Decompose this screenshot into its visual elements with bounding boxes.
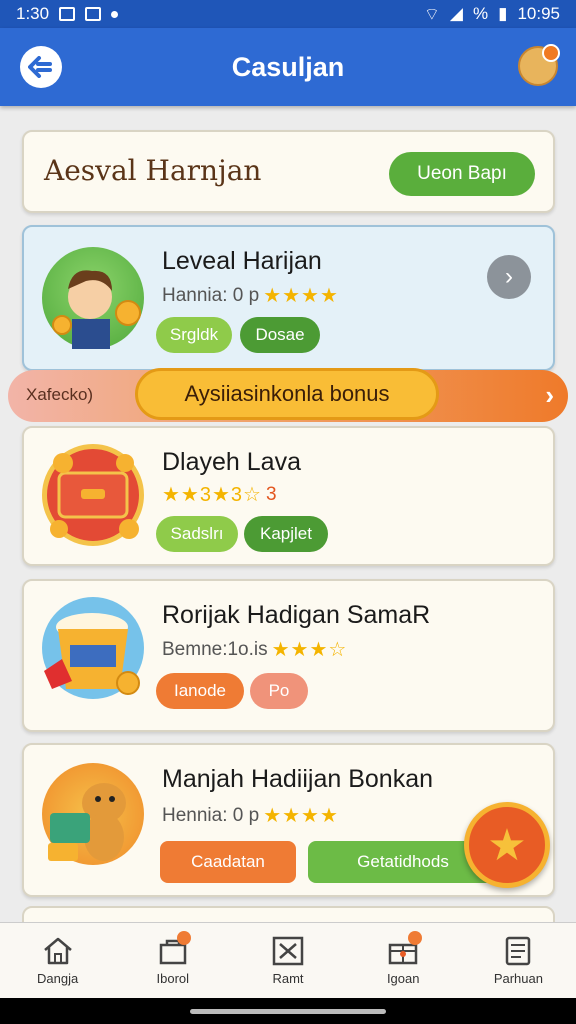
back-arrow-icon — [28, 56, 52, 78]
nav-label: Igoan — [386, 971, 420, 986]
signal-icon: ◢ — [449, 4, 463, 23]
offer-tag-button[interactable]: Po — [250, 673, 308, 709]
bottom-nav: Dangja Iborol Ramt Igoan Parhuan — [0, 922, 576, 998]
offer-name: Leveal Harijan — [162, 247, 322, 275]
coin-badge-thumbnail — [42, 444, 144, 546]
offer-card[interactable]: Leveal Harijan Hannia: 0 p ★★★★ Srgldk D… — [22, 225, 555, 371]
offer-card[interactable]: Dlayeh Lava ★★3★3☆ 3 Sadslrı Kapjlet — [22, 426, 555, 566]
nav-label: Dangja — [37, 971, 79, 986]
app-bar: Casuljan — [0, 28, 576, 106]
bonus-button[interactable]: Aysiiasinkonla bonus — [135, 368, 439, 420]
image-notification-icon — [59, 7, 76, 21]
sync-notification-icon — [85, 7, 102, 21]
offer-name: Manjah Hadiijan Bonkan — [162, 765, 434, 793]
chevron-right-icon[interactable]: › — [487, 255, 531, 299]
offer-tag-button[interactable]: Ianode — [156, 673, 244, 709]
nav-item-document[interactable]: Parhuan — [461, 923, 576, 998]
rating-value: 3 — [265, 483, 277, 505]
offer-tag-button[interactable]: Kapjlet — [244, 516, 328, 552]
dog-character-icon — [48, 783, 126, 861]
notification-badge — [542, 44, 560, 62]
yogurt-cup-icon — [44, 613, 140, 695]
primary-action-button[interactable]: Caadatan — [160, 841, 296, 883]
offer-card[interactable]: Rorijak Hadigan SamaR Bemne:1o.is ★★★☆ I… — [22, 579, 555, 732]
offer-subtitle: Hannia: 0 p ★★★★ — [162, 283, 339, 308]
nav-badge — [407, 931, 422, 945]
offer-sub-text: Hennia: 0 p — [162, 804, 260, 826]
offer-sub-text: Bemne:1o.is — [162, 638, 268, 660]
status-time-left: 1:30 — [16, 4, 50, 23]
battery-icon: ▮ — [498, 4, 508, 23]
status-bar: 1:30 ⌔ ◢ % ▮ 10:95 — [0, 0, 576, 28]
offer-sub-text: Hannia: 0 p — [162, 284, 260, 306]
yogurt-cup-thumbnail — [42, 597, 144, 699]
offer-name: Rorijak Hadigan SamaR — [162, 601, 431, 629]
rating-stars: ★★★★ — [263, 805, 339, 827]
back-button[interactable] — [20, 46, 62, 88]
offer-subtitle: ★★3★3☆ 3 — [162, 482, 277, 507]
boy-coins-thumbnail — [42, 247, 144, 349]
profile-avatar-button[interactable] — [518, 44, 560, 86]
banner-left-text: Xafecko) — [26, 385, 94, 404]
home-icon — [43, 937, 72, 965]
nav-item-home[interactable]: Dangja — [0, 923, 115, 998]
rating-stars: ★★★☆ — [271, 639, 348, 661]
nav-item-bag[interactable]: Iborol — [115, 923, 230, 998]
header-card: Aesval Harnjan Ueon Bapı — [22, 130, 555, 213]
rating-stars: ★★3★3☆ — [162, 484, 262, 506]
nav-label: Iborol — [156, 971, 190, 986]
bonus-banner[interactable]: Xafecko) Aysiiasinkonla bonus › — [8, 368, 568, 422]
battery-percent: % — [472, 4, 489, 23]
gesture-bar — [0, 998, 576, 1024]
chevron-right-icon: › — [545, 380, 554, 410]
offer-tag-button[interactable]: Sadslrı — [156, 516, 238, 552]
dog-gift-thumbnail — [42, 763, 144, 865]
dot-notification-icon — [111, 10, 119, 18]
nav-item-gift[interactable]: Igoan — [346, 923, 461, 998]
status-time-right: 10:95 — [517, 4, 560, 23]
nav-item-cancel[interactable]: Ramt — [230, 923, 345, 998]
rating-stars: ★★★★ — [263, 285, 339, 307]
coin-badge-icon — [50, 453, 139, 539]
wifi-icon: ⌔ — [423, 4, 440, 24]
nav-label: Ramt — [272, 971, 304, 986]
header-title: Aesval Harnjan — [44, 154, 262, 187]
star-icon: ★ — [487, 820, 527, 870]
nav-label: Parhuan — [493, 971, 543, 986]
close-box-icon — [272, 936, 304, 966]
boy-character-icon — [52, 270, 141, 349]
home-gesture-handle[interactable] — [190, 1009, 386, 1014]
offer-name: Dlayeh Lava — [162, 448, 301, 476]
document-icon — [506, 936, 531, 966]
offer-subtitle: Hennia: 0 p ★★★★ — [162, 803, 339, 828]
star-fab-button[interactable]: ★ — [464, 802, 550, 888]
offer-subtitle: Bemne:1o.is ★★★☆ — [162, 637, 347, 662]
offer-tag-button[interactable]: Dosae — [240, 317, 320, 353]
header-action-button[interactable]: Ueon Bapı — [389, 152, 535, 196]
offer-tag-button[interactable]: Srgldk — [156, 317, 232, 353]
page-title: Casuljan — [231, 51, 345, 82]
